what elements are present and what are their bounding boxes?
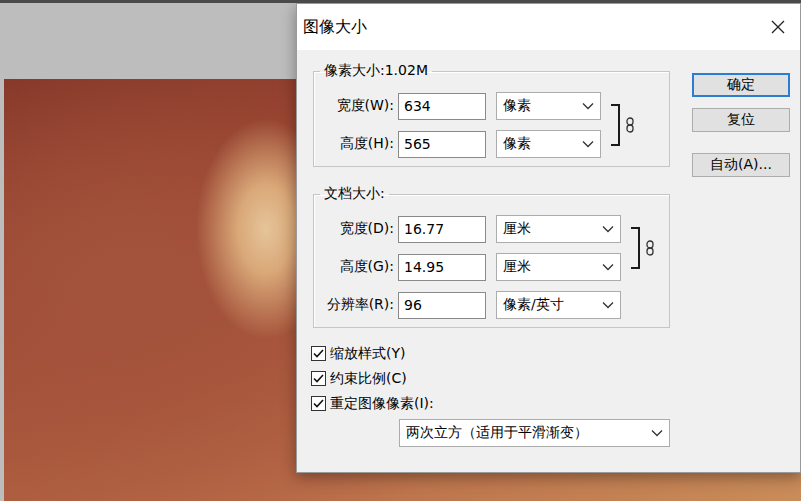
photoshop-workspace: 图像大小像素大小:1.02M宽度(W):634像素高度(H):565像素文档大小…: [0, 0, 801, 501]
checkbox[interactable]: [311, 346, 326, 361]
link-bracket[interactable]: [621, 215, 661, 281]
image-size-dialog: 图像大小像素大小:1.02M宽度(W):634像素高度(H):565像素文档大小…: [296, 3, 801, 473]
bracket: [611, 104, 620, 146]
dialog-button[interactable]: 自动(A)...: [692, 153, 790, 177]
value-input[interactable]: 634: [398, 93, 486, 120]
settings-column: 像素大小:1.02M宽度(W):634像素高度(H):565像素文档大小:宽度(…: [313, 62, 670, 447]
resample-select[interactable]: 两次立方（适用于平滑渐变）: [399, 419, 670, 447]
value-input[interactable]: 16.77: [398, 216, 486, 243]
chevron-down-icon: [602, 225, 614, 233]
field-label: 宽度(W):: [320, 97, 398, 115]
field-label: 宽度(D):: [320, 220, 398, 238]
link-chain-icon: [646, 240, 654, 256]
chevron-down-icon: [582, 140, 594, 148]
field-label: 高度(H):: [320, 135, 398, 153]
link-chain-icon: [626, 117, 634, 133]
dialog-title: 图像大小: [303, 17, 367, 38]
dialog-body: 像素大小:1.02M宽度(W):634像素高度(H):565像素文档大小:宽度(…: [297, 50, 800, 447]
unit-select[interactable]: 像素/英寸: [496, 291, 621, 319]
value-input[interactable]: 14.95: [398, 254, 486, 281]
close-button[interactable]: [766, 15, 790, 39]
document-size-group: 文档大小:宽度(D):16.77厘米高度(G):14.95厘米分辨率(R):96…: [313, 185, 670, 328]
group-legend: 文档大小:: [320, 185, 389, 203]
option-checkbox[interactable]: 重定图像像素(I):: [311, 394, 670, 413]
value-input[interactable]: 96: [398, 292, 486, 319]
dialog-button[interactable]: 确定: [692, 73, 790, 97]
unit-select[interactable]: 像素: [496, 92, 601, 120]
checkmark-icon: [313, 349, 324, 358]
button-column: 确定复位自动(A)...: [692, 62, 790, 447]
chevron-down-icon: [651, 429, 663, 437]
bracket: [631, 227, 640, 269]
group-legend: 像素大小:1.02M: [320, 62, 432, 80]
option-checkbox[interactable]: 缩放样式(Y): [311, 344, 670, 363]
chevron-down-icon: [602, 301, 614, 309]
link-bracket[interactable]: [601, 92, 641, 158]
unit-select[interactable]: 像素: [496, 130, 601, 158]
unit-select[interactable]: 厘米: [496, 215, 621, 243]
field-label: 分辨率(R):: [320, 296, 398, 314]
chevron-down-icon: [602, 263, 614, 271]
field-label: 高度(G):: [320, 258, 398, 276]
resample-row: 两次立方（适用于平滑渐变）: [313, 419, 670, 447]
value-input[interactable]: 565: [398, 131, 486, 158]
option-checkbox[interactable]: 约束比例(C): [311, 369, 670, 388]
checkbox[interactable]: [311, 371, 326, 386]
checkbox[interactable]: [311, 396, 326, 411]
title-bar: 图像大小: [297, 4, 800, 50]
chevron-down-icon: [582, 102, 594, 110]
close-icon: [771, 20, 785, 34]
options-list: 缩放样式(Y) 约束比例(C) 重定图像像素(I):: [311, 344, 670, 413]
checkmark-icon: [313, 374, 324, 383]
pixel-dimensions-group: 像素大小:1.02M宽度(W):634像素高度(H):565像素: [313, 62, 670, 167]
unit-select[interactable]: 厘米: [496, 253, 621, 281]
dialog-button[interactable]: 复位: [692, 108, 790, 132]
checkmark-icon: [313, 399, 324, 408]
